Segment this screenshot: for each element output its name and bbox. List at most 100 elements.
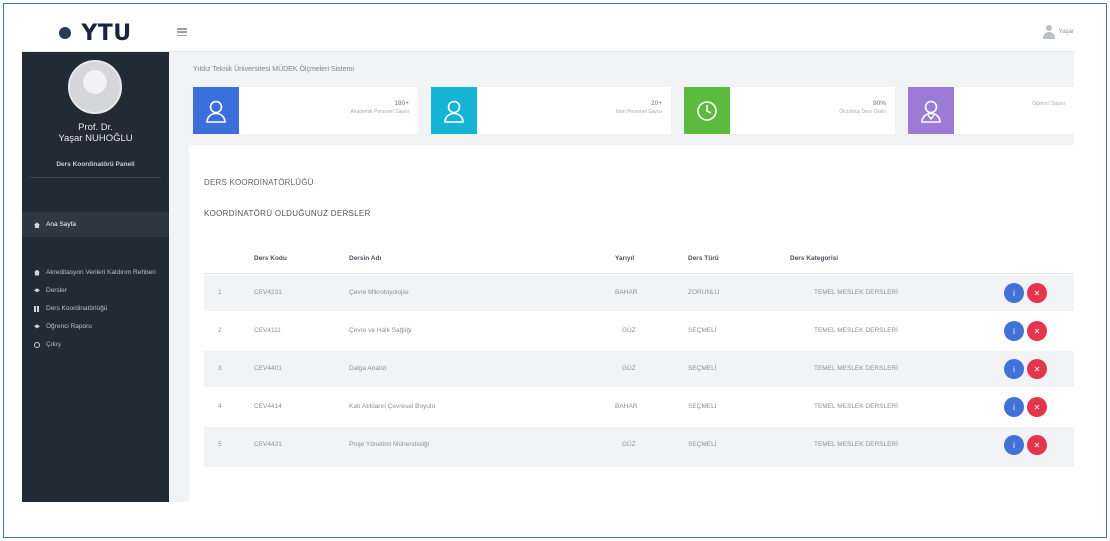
course-type: SEÇMELİ — [688, 403, 717, 410]
sidebar-item-label: Öğrenci Raporu — [46, 323, 92, 330]
course-code: CEV4414 — [254, 403, 282, 410]
clock-icon — [697, 100, 717, 121]
stat-icon-box — [684, 87, 730, 134]
delete-button[interactable]: ✕ — [1027, 397, 1047, 417]
user-icon — [1042, 24, 1056, 40]
course-name: Proje Yönetimi Mühendisliği — [349, 441, 430, 448]
course-name: Katı Atıkların Çevresel Boyutu — [349, 403, 436, 410]
course-name: Çevre ve Halk Sağlığı — [349, 327, 412, 334]
table-row: 2 CEV4111 Çevre ve Halk Sağlığı GÜZ SEÇM… — [204, 313, 1074, 349]
course-category: TEMEL MESLEK DERSLERİ — [814, 289, 898, 296]
course-type: SEÇMELİ — [688, 441, 717, 448]
delete-button[interactable]: ✕ — [1027, 359, 1047, 379]
info-button[interactable]: i — [1004, 435, 1024, 455]
sidebar-item-label: Dersler — [46, 287, 67, 294]
stat-icon-box — [193, 87, 239, 134]
course-term: GÜZ — [622, 365, 636, 372]
course-code: CEV4111 — [254, 327, 281, 334]
info-button[interactable]: i — [1004, 397, 1024, 417]
row-number: 1 — [218, 289, 222, 296]
sidebar-item-student-report[interactable]: Öğrenci Raporu — [22, 320, 169, 333]
sidebar-item-label: Çıkış — [46, 341, 61, 348]
table-header: Ders Kodu Dersin Adı Yarıyıl Ders Türü D… — [204, 245, 1074, 274]
student-icon — [921, 100, 941, 123]
sidebar-item-logout[interactable]: Çıkış — [22, 338, 169, 351]
column-header[interactable]: Yarıyıl — [615, 255, 634, 262]
table-row: 3 CEV4401 Dalga Analizi GÜZ SEÇMELİ TEME… — [204, 351, 1074, 387]
menu-toggle-icon[interactable] — [177, 28, 187, 36]
logo-emblem-icon — [59, 27, 72, 39]
sidebar-item-label: Akreditasyon Verileri Kaldırım Rehberi — [46, 269, 156, 276]
course-category: TEMEL MESLEK DERSLERİ — [814, 403, 898, 410]
stat-info: Öğrenci Sayısı — [954, 87, 1074, 134]
stat-value: 20+ — [650, 100, 662, 107]
info-button[interactable]: i — [1004, 359, 1024, 379]
stat-label: Akademik Personel Sayısı — [350, 109, 409, 115]
info-button[interactable]: i — [1004, 321, 1024, 341]
stat-value: 180+ — [394, 100, 409, 107]
stat-label: Öğrenci Sayısı — [1032, 101, 1065, 107]
delete-button[interactable]: ✕ — [1027, 435, 1047, 455]
graduation-cap-icon — [34, 324, 40, 329]
stat-label: Ölçülmüş Ders Oranı — [839, 109, 886, 115]
table-row: 5 CEV4421 Proje Yönetimi Mühendisliği GÜ… — [204, 427, 1074, 467]
course-code: CEV4421 — [254, 441, 282, 448]
user-icon — [444, 100, 464, 123]
row-number: 5 — [218, 441, 222, 448]
column-header[interactable]: Ders Kategorisi — [790, 255, 838, 262]
screenshot-frame: YTU Yaşar Prof. Dr. Yaşar NUHOĞLU Ders K… — [3, 3, 1107, 538]
course-category: TEMEL MESLEK DERSLERİ — [814, 441, 898, 448]
table-row: 1 CEV4231 Çevre Mikrobiyolojisi BAHAR ZO… — [204, 275, 1074, 311]
stat-info: 20+ İdari Personel Sayısı — [477, 87, 671, 134]
column-header[interactable]: Ders Kodu — [254, 255, 287, 262]
sidebar-item-accreditation[interactable]: Akreditasyon Verileri Kaldırım Rehberi — [22, 266, 169, 279]
app-window: YTU Yaşar Prof. Dr. Yaşar NUHOĞLU Ders K… — [22, 14, 1074, 502]
info-button[interactable]: i — [1004, 283, 1024, 303]
stat-label: İdari Personel Sayısı — [615, 109, 662, 115]
sidebar-item-home[interactable]: Ana Sayfa — [22, 212, 169, 237]
profile-title: Prof. Dr. — [78, 122, 113, 133]
card-title: DERS KOORDİNATÖRLÜĞÜ — [204, 178, 314, 187]
sidebar-nav: Akreditasyon Verileri Kaldırım Rehberi D… — [22, 266, 169, 351]
user-menu[interactable]: Yaşar — [1042, 24, 1074, 40]
home-icon — [34, 269, 40, 276]
course-category: TEMEL MESLEK DERSLERİ — [814, 327, 898, 334]
delete-button[interactable]: ✕ — [1027, 283, 1047, 303]
table-row: 4 CEV4414 Katı Atıkların Çevresel Boyutu… — [204, 389, 1074, 425]
stat-info: 180+ Akademik Personel Sayısı — [239, 87, 418, 134]
power-icon — [34, 341, 40, 348]
course-category: TEMEL MESLEK DERSLERİ — [814, 365, 898, 372]
card-subtitle: KOORDİNATÖRÜ OLDUĞUNUZ DERSLER — [204, 209, 371, 218]
row-number: 2 — [218, 327, 222, 334]
top-bar: YTU Yaşar — [22, 14, 1074, 52]
course-term: GÜZ — [622, 441, 636, 448]
logo-text: YTU — [81, 20, 132, 46]
stat-card-academic-staff: 180+ Akademik Personel Sayısı — [193, 87, 418, 134]
course-term: BAHAR — [615, 403, 638, 410]
course-term: BAHAR — [615, 289, 638, 296]
user-name: Yaşar — [1058, 29, 1074, 35]
stat-icon-box — [908, 87, 954, 134]
user-role: Ders Koordinatörü Paneli — [30, 161, 161, 178]
home-icon — [34, 222, 40, 229]
sidebar-item-courses[interactable]: Dersler — [22, 284, 169, 297]
breadcrumb: Yıldız Teknik Üniversitesi MÜDEK Ölçmele… — [193, 66, 354, 73]
row-number: 4 — [218, 403, 222, 410]
stat-card-admin-staff: 20+ İdari Personel Sayısı — [431, 87, 671, 134]
delete-button[interactable]: ✕ — [1027, 321, 1047, 341]
logo[interactable]: YTU — [22, 14, 169, 52]
column-header[interactable]: Ders Türü — [688, 255, 719, 262]
row-number: 3 — [218, 365, 222, 372]
profile-name: Yaşar NUHOĞLU — [58, 133, 133, 144]
stat-value: 90% — [872, 100, 886, 107]
profile-name-block: Prof. Dr. Yaşar NUHOĞLU — [22, 122, 169, 144]
course-code: CEV4401 — [254, 365, 282, 372]
course-type: SEÇMELİ — [688, 365, 717, 372]
avatar — [68, 60, 122, 114]
course-term: GÜZ — [622, 327, 636, 334]
course-code: CEV4231 — [254, 289, 282, 296]
stat-card-measured-courses: 90% Ölçülmüş Ders Oranı — [684, 87, 895, 134]
column-header[interactable]: Dersin Adı — [349, 255, 381, 262]
courses-card: DERS KOORDİNATÖRLÜĞÜ KOORDİNATÖRÜ OLDUĞU… — [189, 145, 1074, 502]
sidebar-item-coordination[interactable]: Ders Koordinatörlüğü — [22, 302, 169, 315]
